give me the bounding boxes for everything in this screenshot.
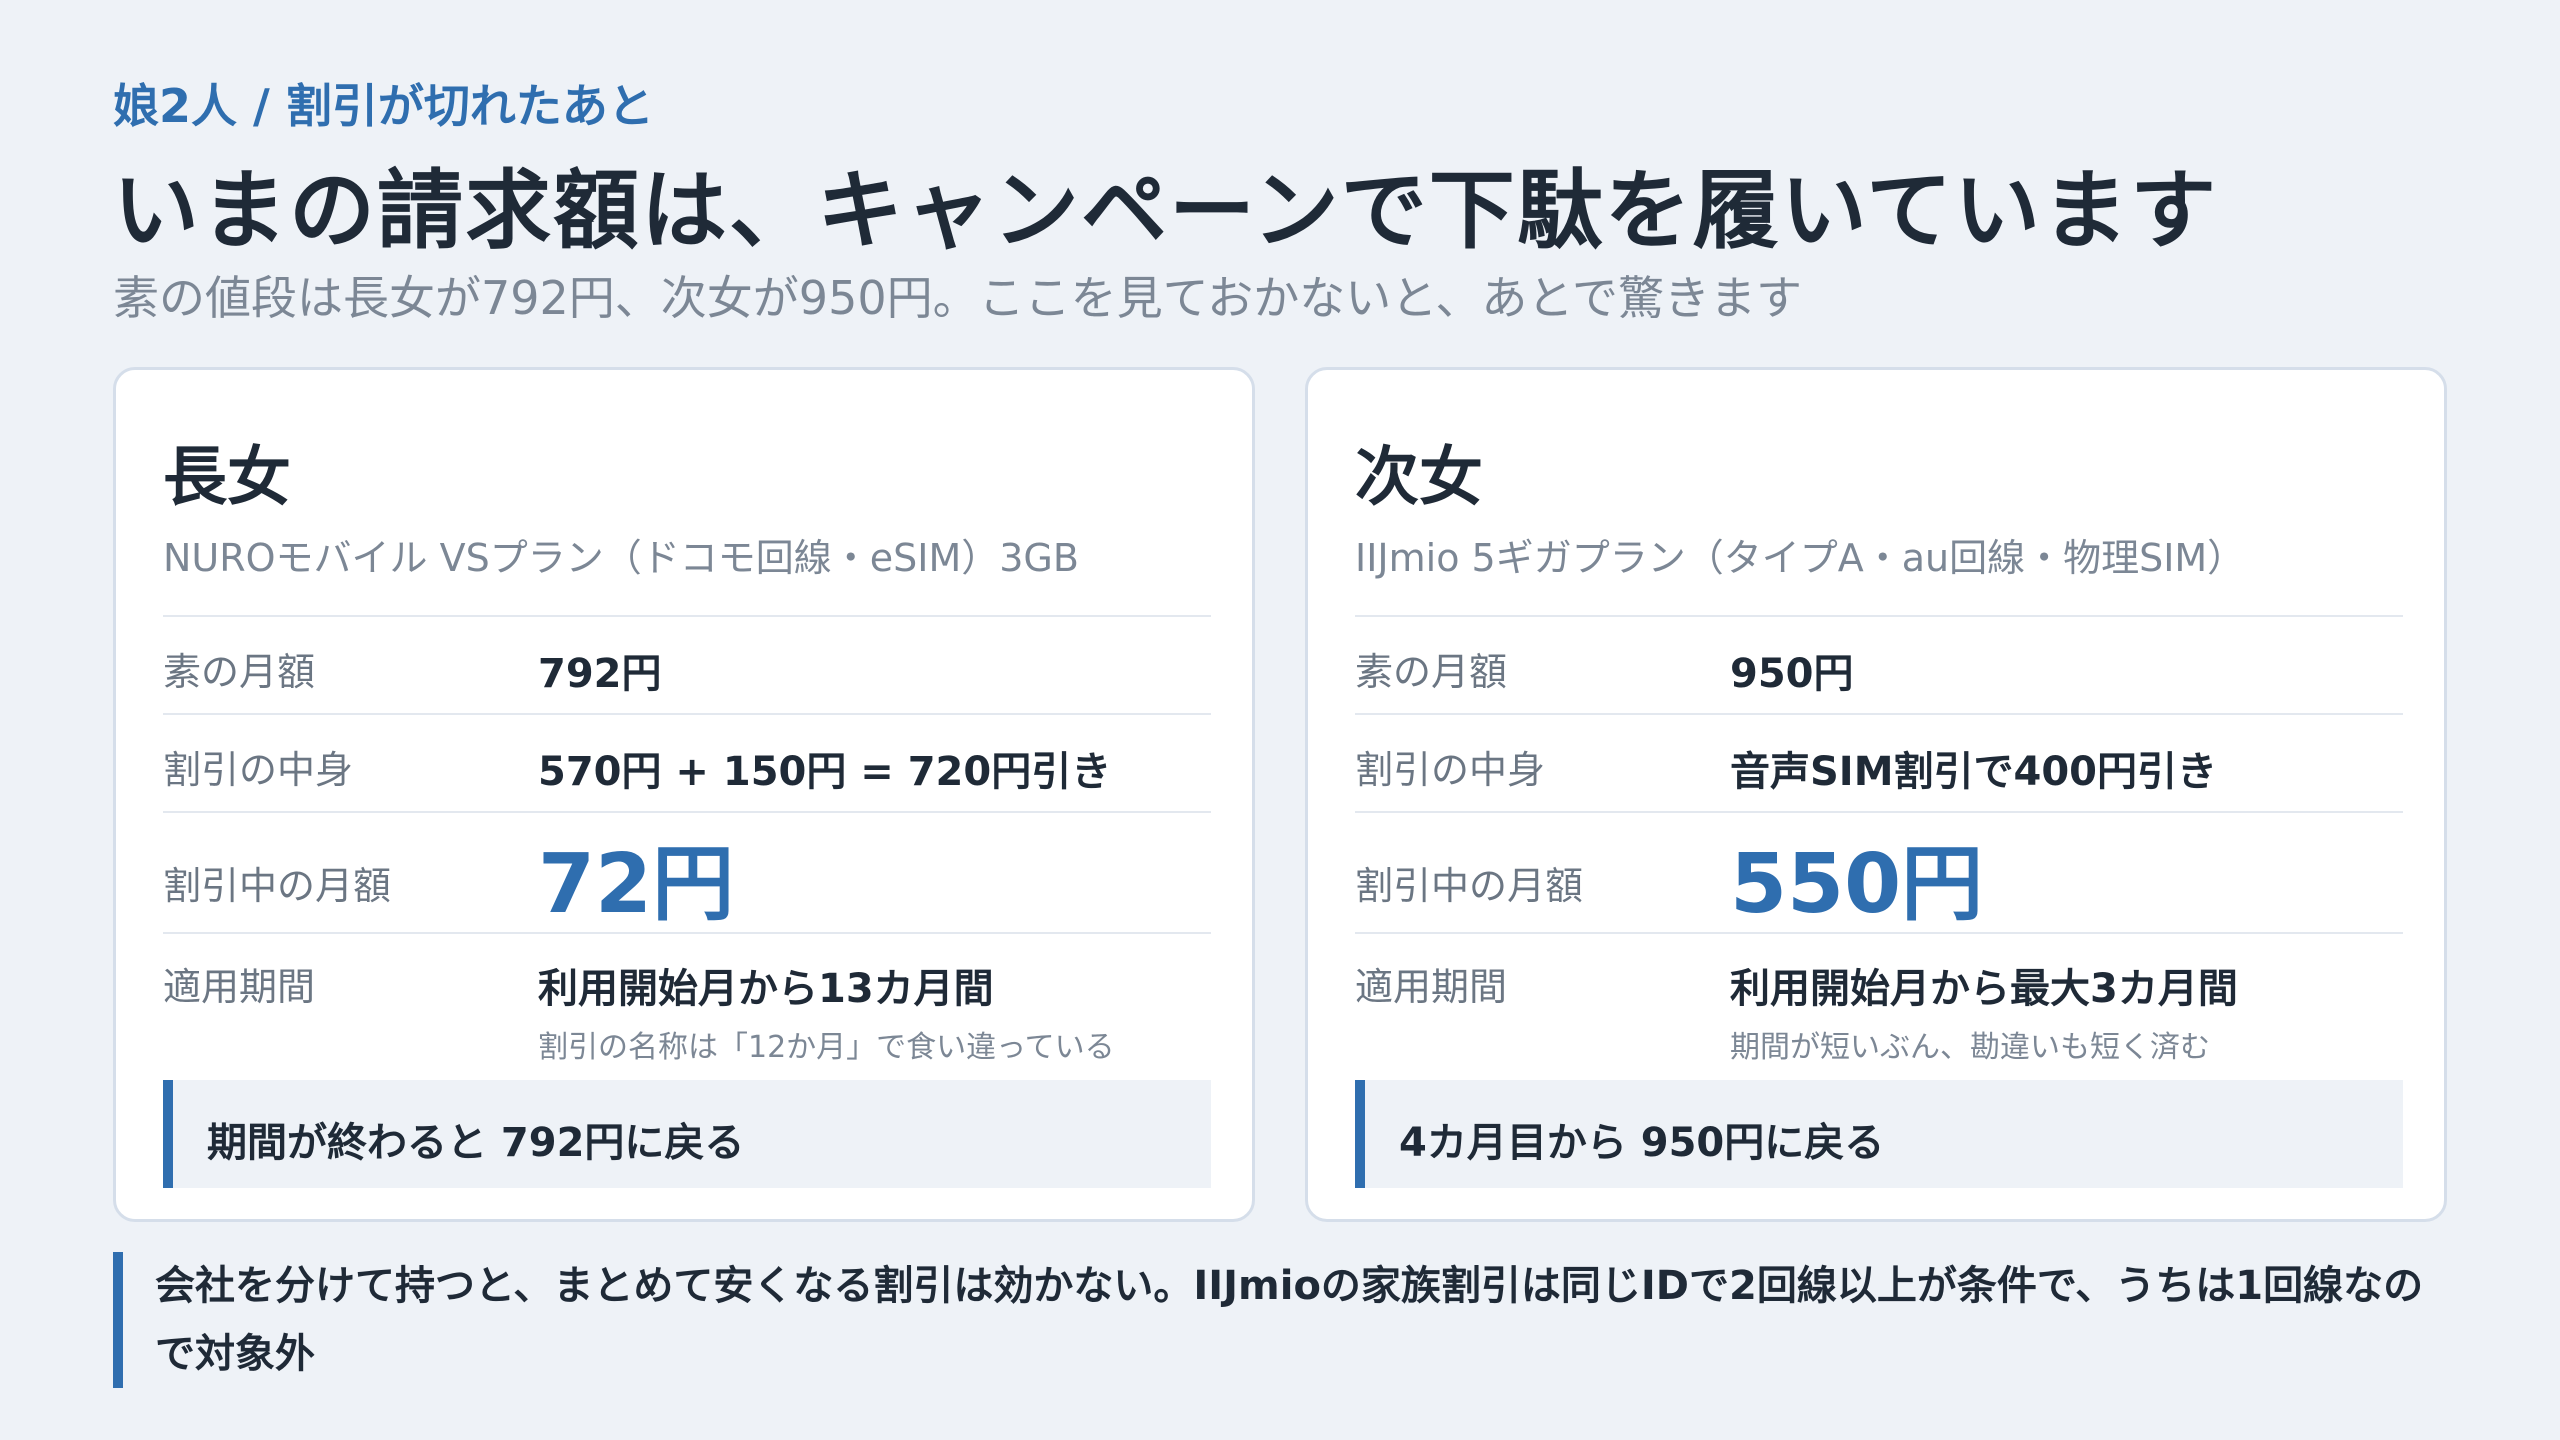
card-plan: NUROモバイル VSプラン（ドコモ回線・eSIM）3GB [163, 536, 1079, 580]
discounted-price-value: 72円 [538, 837, 735, 932]
page-title: いまの請求額は、キャンペーンで下駄を履いています [113, 161, 2219, 261]
price-table: 素の月額 950円 割引の中身 音声SIM割引で400円引き 割引中の月額 55… [1355, 615, 2403, 1080]
page-subtitle: 素の値段は長女が792円、次女が950円。ここを見ておかないと、あとで驚きます [113, 271, 1802, 325]
page: 娘2人 / 割引が切れたあと いまの請求額は、キャンペーンで下駄を履いています … [0, 0, 2560, 1440]
callout-text: 4カ月目から 950円に戻る [1399, 1120, 1885, 1166]
row-label: 適用期間 [163, 965, 316, 1009]
eyebrow: 娘2人 / 割引が切れたあと [113, 79, 654, 133]
price-table: 素の月額 792円 割引の中身 570円 + 150円 = 720円引き 割引中… [163, 615, 1211, 1080]
discounted-price-value: 550円 [1730, 837, 1984, 932]
row-label: 割引中の月額 [1355, 864, 1584, 908]
row-note: 割引の名称は「12か月」で食い違っている [538, 1030, 1115, 1065]
callout: 期間が終わると 792円に戻る [163, 1080, 1211, 1188]
row-label: 割引の中身 [163, 748, 354, 792]
card-eldest-daughter: 長女 NUROモバイル VSプラン（ドコモ回線・eSIM）3GB 素の月額 79… [113, 367, 1255, 1222]
footnote-text: 会社を分けて持つと、まとめて安くなる割引は効かない。IIJmioの家族割引は同じ… [155, 1263, 2424, 1377]
row-period: 適用期間 利用開始月から最大3カ月間 期間が短いぶん、勘違いも短く済む [1355, 932, 2403, 1080]
row-label: 適用期間 [1355, 965, 1508, 1009]
row-label: 割引中の月額 [163, 864, 392, 908]
card-plan: IIJmio 5ギガプラン（タイプA・au回線・物理SIM） [1355, 536, 2246, 580]
row-discounted-price: 割引中の月額 550円 [1355, 811, 2403, 932]
card-name: 次女 [1355, 441, 1483, 515]
row-discount-detail: 割引の中身 570円 + 150円 = 720円引き [163, 713, 1211, 811]
row-value: 950円 [1730, 651, 1854, 697]
card-name: 長女 [163, 441, 291, 515]
row-note: 期間が短いぶん、勘違いも短く済む [1730, 1030, 2210, 1065]
callout-text: 期間が終わると 792円に戻る [207, 1120, 745, 1166]
row-value: 利用開始月から最大3カ月間 [1730, 966, 2238, 1012]
row-value: 利用開始月から13カ月間 [538, 966, 994, 1012]
row-value: 音声SIM割引で400円引き [1730, 749, 2217, 795]
row-base-price: 素の月額 792円 [163, 615, 1211, 713]
row-discounted-price: 割引中の月額 72円 [163, 811, 1211, 932]
row-label: 素の月額 [163, 650, 316, 694]
footnote: 会社を分けて持つと、まとめて安くなる割引は効かない。IIJmioの家族割引は同じ… [113, 1252, 2447, 1388]
callout: 4カ月目から 950円に戻る [1355, 1080, 2403, 1188]
row-label: 素の月額 [1355, 650, 1508, 694]
row-label: 割引の中身 [1355, 748, 1546, 792]
row-period: 適用期間 利用開始月から13カ月間 割引の名称は「12か月」で食い違っている [163, 932, 1211, 1080]
row-base-price: 素の月額 950円 [1355, 615, 2403, 713]
row-value: 570円 + 150円 = 720円引き [538, 749, 1112, 795]
card-second-daughter: 次女 IIJmio 5ギガプラン（タイプA・au回線・物理SIM） 素の月額 9… [1305, 367, 2447, 1222]
row-value: 792円 [538, 651, 662, 697]
row-discount-detail: 割引の中身 音声SIM割引で400円引き [1355, 713, 2403, 811]
